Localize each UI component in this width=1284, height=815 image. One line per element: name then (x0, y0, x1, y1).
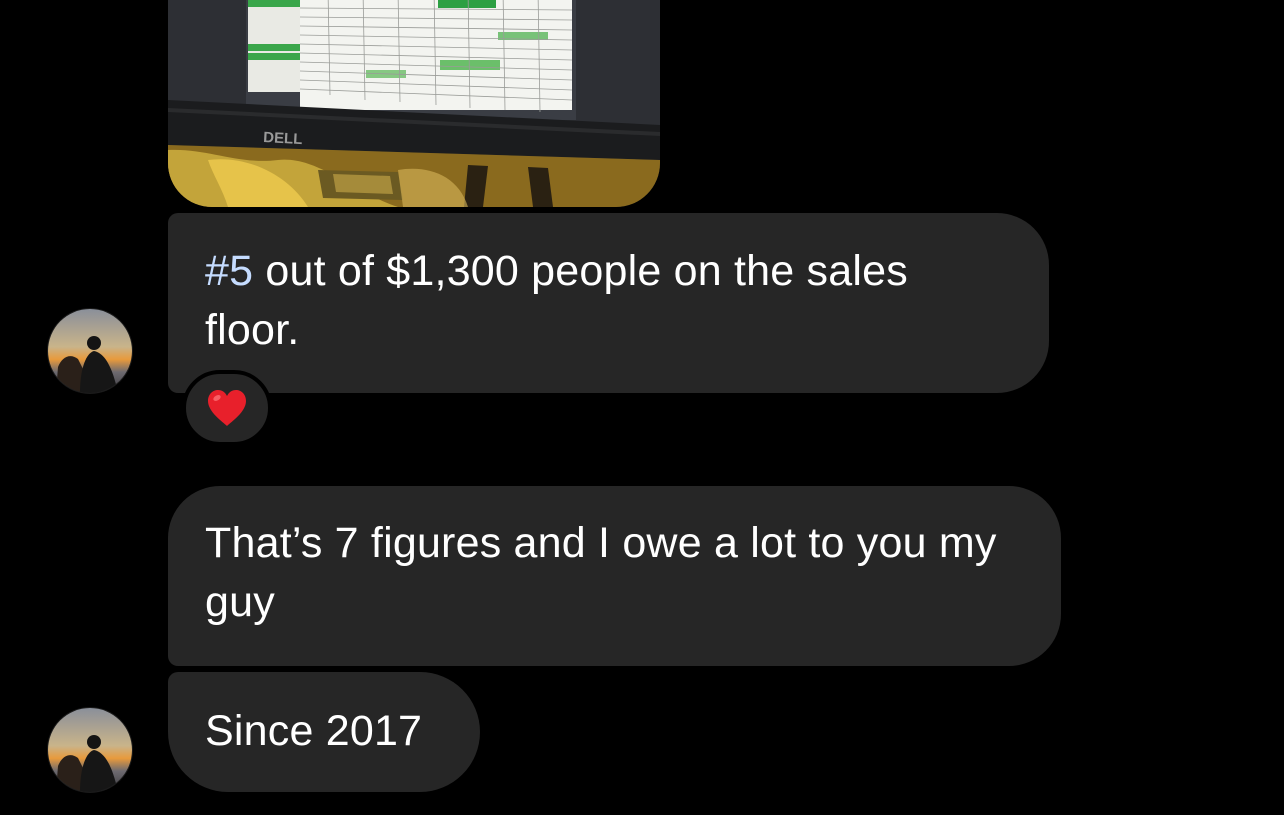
avatar-image (48, 309, 132, 393)
message-text: out of $1,300 people on the sales floor. (205, 247, 908, 354)
dell-logo: DELL (263, 129, 303, 148)
hashtag-link[interactable]: #5 (205, 247, 253, 295)
message-text: Since 2017 (205, 707, 423, 755)
photo-attachment[interactable]: DELL (168, 0, 660, 207)
sender-avatar[interactable] (48, 708, 132, 792)
message-text: That’s 7 figures and I owe a lot to you … (205, 519, 997, 626)
reaction-badge[interactable] (182, 370, 272, 446)
message-bubble[interactable]: That’s 7 figures and I owe a lot to you … (168, 486, 1061, 666)
message-bubble[interactable]: #5 out of $1,300 people on the sales flo… (168, 213, 1049, 393)
monitor-photo: DELL (168, 0, 660, 207)
avatar-image (48, 708, 132, 792)
sender-avatar[interactable] (48, 309, 132, 393)
message-bubble[interactable]: Since 2017 (168, 672, 480, 792)
heart-emoji-icon (208, 390, 246, 426)
